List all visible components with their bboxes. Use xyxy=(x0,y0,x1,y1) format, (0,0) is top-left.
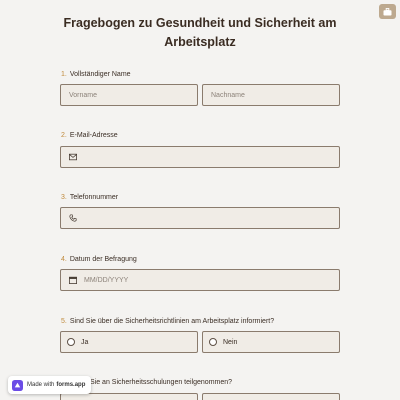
made-with-forms-app-badge[interactable]: Made with forms.app xyxy=(8,376,92,394)
calendar-icon xyxy=(69,276,78,285)
radio-circle xyxy=(209,338,217,346)
corner-menu-button[interactable] xyxy=(379,4,396,19)
last-name-input[interactable]: Nachname xyxy=(202,84,340,106)
option-yes-radio[interactable]: Ja xyxy=(60,331,198,353)
option-no-radio[interactable]: Nein xyxy=(202,331,340,353)
email-input[interactable] xyxy=(60,146,340,168)
briefcase-icon xyxy=(383,7,392,16)
question-1-label: 1. Vollständiger Name xyxy=(61,71,131,78)
question-6-option-1[interactable] xyxy=(60,393,198,400)
question-6-label: Sie an Sicherheitsschulungen teilgenomme… xyxy=(90,379,233,386)
first-name-input[interactable]: Vorname xyxy=(60,84,198,106)
radio-circle xyxy=(67,338,75,346)
phone-icon xyxy=(69,214,78,223)
question-2-label: 2. E-Mail-Adresse xyxy=(61,132,118,139)
phone-input[interactable] xyxy=(60,207,340,229)
question-3-label: 3. Telefonnummer xyxy=(61,194,119,201)
page-title: Fragebogen zu Gesundheit und Sicherheit … xyxy=(63,16,337,49)
date-input[interactable]: MM/DD/YYYY xyxy=(60,269,340,291)
question-4-label: 4. Datum der Befragung xyxy=(61,256,137,263)
envelope-icon xyxy=(69,153,78,162)
forms-app-logo-icon xyxy=(12,379,23,391)
question-5-label: 5. Sind Sie über die Sicherheitsrichtlini… xyxy=(61,318,275,325)
question-6-option-2[interactable] xyxy=(202,393,340,400)
